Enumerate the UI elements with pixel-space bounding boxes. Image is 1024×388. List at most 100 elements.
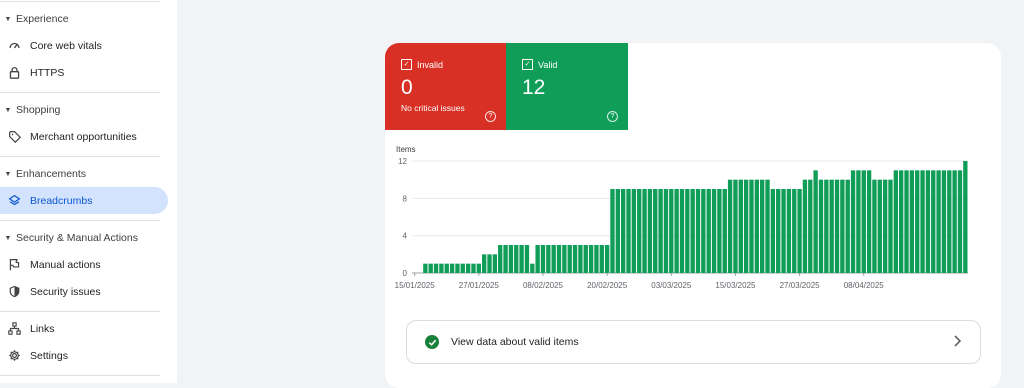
chart-bar — [866, 170, 872, 273]
chart-bar — [540, 245, 546, 273]
chart-bar — [626, 189, 631, 273]
y-axis-label: Items — [396, 145, 416, 154]
chart-bar — [578, 245, 583, 273]
chart-bar — [792, 189, 797, 273]
sidebar-item-core-web-vitals[interactable]: Core web vitals — [0, 32, 168, 59]
chart-bar — [535, 245, 540, 273]
chart-bar — [524, 245, 530, 273]
help-icon[interactable]: ? — [607, 111, 618, 122]
divider — [0, 311, 160, 312]
view-valid-items-link[interactable]: View data about valid items — [406, 320, 981, 364]
chart-bar — [663, 189, 669, 273]
section-header-shopping[interactable]: ▼ Shopping — [0, 100, 170, 120]
chart-bar — [915, 170, 920, 273]
chart-bar — [899, 170, 904, 273]
y-tick-label: 4 — [403, 232, 408, 241]
chart-bar — [631, 189, 637, 273]
chart-bar — [653, 189, 658, 273]
sidebar-item-links[interactable]: Links — [0, 315, 168, 342]
section-header-enhancements[interactable]: ▼ Enhancements — [0, 164, 170, 184]
lock-icon — [0, 66, 28, 79]
chart-bar — [546, 245, 551, 273]
caret-down-icon: ▼ — [4, 234, 12, 242]
divider — [0, 156, 160, 157]
y-tick-label: 0 — [403, 269, 408, 278]
y-tick-label: 8 — [403, 194, 408, 203]
x-tick-label: 15/03/2025 — [715, 281, 756, 290]
chart-bar — [465, 263, 471, 273]
gear-icon — [0, 349, 28, 362]
sidebar-item-security-issues[interactable]: Security issues — [0, 278, 168, 305]
chart-bar — [514, 245, 519, 273]
chart-bar — [963, 161, 968, 273]
chart-bar — [476, 263, 481, 273]
chart-bar — [679, 189, 685, 273]
chart-bar — [872, 179, 877, 273]
chart-bar — [754, 179, 759, 273]
chart-bar — [813, 170, 818, 273]
report-card: ✓ Invalid 0 No critical issues ? ✓ Valid… — [385, 43, 1001, 388]
chart-bar — [449, 263, 455, 273]
chart-bar — [770, 189, 776, 273]
chart-bar — [749, 179, 754, 273]
chart-bar — [941, 170, 947, 273]
valid-tile-header: ✓ Valid — [522, 59, 557, 70]
chart-bar — [931, 170, 936, 273]
chart-bar — [701, 189, 706, 273]
chart-bar — [685, 189, 690, 273]
chart-bar — [556, 245, 562, 273]
chart-bar — [861, 170, 866, 273]
chart-bar — [551, 245, 556, 273]
divider — [0, 92, 160, 93]
caret-down-icon: ▼ — [4, 170, 12, 178]
chart-bar — [760, 179, 765, 273]
sidebar-item-merchant-opportunities[interactable]: Merchant opportunities — [0, 123, 168, 150]
checkbox-checked-icon[interactable]: ✓ — [401, 59, 412, 70]
sidebar-item-manual-actions[interactable]: Manual actions — [0, 251, 168, 278]
chart-bar — [604, 245, 610, 273]
chart-bar — [706, 189, 711, 273]
chart-bar — [567, 245, 572, 273]
flag-icon — [0, 258, 28, 271]
valid-count: 12 — [522, 76, 546, 99]
section-header-experience[interactable]: ▼ Experience — [0, 9, 170, 29]
chart-bar — [882, 179, 888, 273]
invalid-tile[interactable]: ✓ Invalid 0 No critical issues ? — [385, 43, 506, 130]
x-tick-label: 08/02/2025 — [523, 281, 564, 290]
chart-bar — [583, 245, 588, 273]
sidebar-item-settings[interactable]: Settings — [0, 342, 168, 369]
checkbox-checked-icon[interactable]: ✓ — [522, 59, 533, 70]
valid-tile[interactable]: ✓ Valid 12 ? — [506, 43, 628, 130]
chart-bar — [482, 254, 487, 273]
chart-bar — [444, 263, 449, 273]
chart-bar — [776, 189, 781, 273]
x-tick-label: 20/02/2025 — [587, 281, 628, 290]
chart-bar — [727, 179, 733, 273]
chart-bar — [669, 189, 674, 273]
sitemap-icon — [0, 322, 28, 335]
gauge-icon — [0, 39, 28, 52]
chart-bar — [471, 263, 476, 273]
chart-bar — [829, 179, 834, 273]
section-header-security[interactable]: ▼ Security & Manual Actions — [0, 228, 170, 248]
chart-bar — [690, 189, 695, 273]
chart-bar — [637, 189, 642, 273]
chart-bar — [492, 254, 498, 273]
divider — [0, 220, 160, 221]
sidebar-item-breadcrumbs[interactable]: Breadcrumbs — [0, 187, 168, 214]
sidebar: ▼ Experience Core web vitals HTTPS ▼ Sho… — [0, 0, 177, 383]
chart-bar — [460, 263, 465, 273]
x-tick-label: 27/03/2025 — [780, 281, 821, 290]
chart-bar — [439, 263, 444, 273]
chart-bar — [455, 263, 460, 273]
chart-bar — [722, 189, 727, 273]
help-icon[interactable]: ? — [485, 111, 496, 122]
chart-bar — [936, 170, 941, 273]
chart-bar — [947, 170, 952, 273]
chart-bar — [711, 189, 717, 273]
items-bar-chart: Items 0 4 8 12 15/01/2025 27/01/2025 08/02/2025… — [395, 145, 968, 290]
invalid-count: 0 — [401, 76, 413, 99]
chart-bar — [433, 263, 439, 273]
sidebar-item-https[interactable]: HTTPS — [0, 59, 168, 86]
chart-bar — [877, 179, 882, 273]
